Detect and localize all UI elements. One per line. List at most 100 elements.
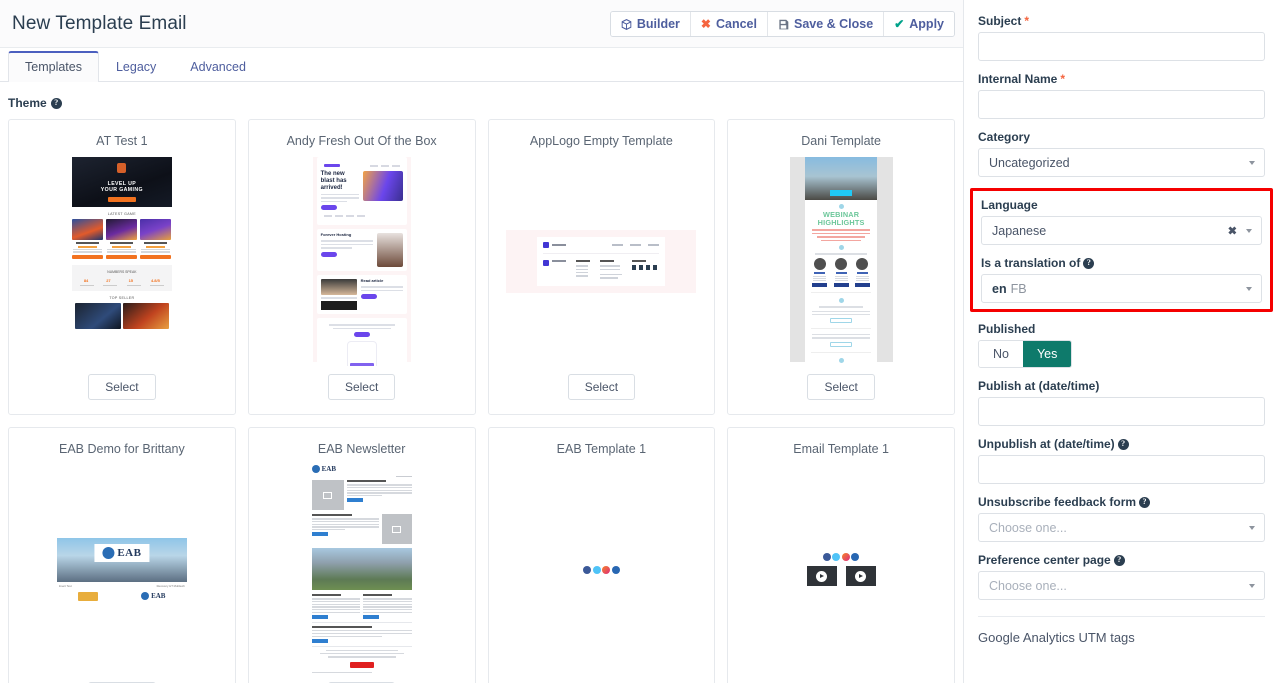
applogo-brand	[543, 242, 567, 249]
template-card[interactable]: EAB Template 1 Select	[487, 427, 716, 683]
help-icon[interactable]: ?	[1083, 257, 1095, 269]
applogo-brand	[543, 260, 567, 281]
decorative-icon	[838, 357, 844, 363]
template-card[interactable]: AT Test 1 LEVEL UP YOUR GAMING LATEST GA…	[8, 119, 236, 415]
chevron-down-icon	[1249, 160, 1255, 165]
eab-wordmark: EAB	[321, 465, 337, 473]
rating-stars	[146, 245, 166, 248]
help-icon[interactable]: ?	[1117, 438, 1129, 450]
product-text	[141, 249, 171, 251]
app-text	[332, 327, 391, 330]
linkedin-icon	[851, 553, 860, 561]
help-icon[interactable]: ?	[1139, 496, 1151, 508]
product-name	[144, 242, 168, 244]
linkedin-icon	[611, 565, 620, 574]
phone-keyboard	[349, 363, 374, 366]
template-card[interactable]: EAB Newsletter EAB	[247, 427, 476, 683]
footer-columns	[543, 254, 659, 281]
builder-label: Builder	[636, 17, 680, 31]
hero-cta	[107, 196, 136, 202]
app-root: New Template Email Builder ✖ Cancel Save…	[0, 0, 1279, 683]
decorative-icon	[838, 204, 844, 209]
product-item	[106, 219, 138, 259]
date-line	[395, 476, 412, 478]
published-no-option[interactable]: No	[979, 341, 1023, 367]
read-more-button	[346, 498, 363, 503]
article-image-placeholder	[311, 480, 344, 511]
product-item	[72, 219, 104, 259]
builder-button[interactable]: Builder	[610, 12, 691, 36]
tab-advanced[interactable]: Advanced	[173, 52, 263, 82]
profile-text	[320, 247, 352, 249]
subject-input[interactable]	[978, 32, 1265, 61]
article-image-placeholder	[381, 514, 412, 545]
translation-of-select[interactable]: en FB	[981, 274, 1262, 303]
utm-section-heading: Google Analytics UTM tags	[978, 630, 1135, 645]
times-icon: ✖	[700, 17, 711, 31]
select-button[interactable]: Select	[327, 374, 396, 400]
template-card[interactable]: Andy Fresh Out Of the Box The new blast …	[247, 119, 476, 415]
column-heading	[311, 626, 372, 629]
template-title: EAB Template 1	[556, 442, 647, 456]
primary-cta-button	[349, 661, 374, 668]
help-icon[interactable]: ?	[50, 97, 62, 109]
speaker-button	[854, 283, 870, 288]
eab-newsletter-preview: EAB	[311, 465, 412, 673]
check-icon: ✔	[894, 17, 905, 31]
article-text	[311, 514, 379, 544]
template-card[interactable]: EAB Demo for Brittany EAB Insert Text Re…	[8, 427, 236, 683]
category-select[interactable]: Uncategorized	[978, 148, 1265, 177]
select-button[interactable]: Select	[567, 374, 636, 400]
profile-portrait	[376, 233, 403, 268]
unsubscribe-form-select[interactable]: Choose one...	[978, 513, 1265, 542]
product-text	[73, 251, 103, 253]
top-seller-row	[72, 302, 172, 329]
field-unpublish-at: Unpublish at (date/time) ?	[978, 437, 1265, 484]
cancel-button[interactable]: ✖ Cancel	[690, 12, 768, 36]
profile-heading: Forever Hosting	[320, 232, 352, 238]
preference-center-label: Preference center page ?	[978, 553, 1265, 567]
content-button	[830, 341, 853, 347]
tab-legacy[interactable]: Legacy	[99, 52, 173, 82]
clear-icon[interactable]: ✖	[1228, 224, 1237, 237]
eab-demo-preview: EAB Insert Text Recovery HT Multitech EA…	[56, 537, 187, 602]
product-name	[110, 242, 134, 244]
field-published: Published No Yes	[978, 322, 1265, 368]
template-card[interactable]: Email Template 1 Select	[727, 427, 955, 683]
tab-templates[interactable]: Templates	[8, 51, 99, 82]
hero-headline: The new blast has arrived!	[320, 171, 347, 191]
facebook-icon	[583, 565, 592, 574]
field-preference-center: Preference center page ? Choose one...	[978, 553, 1265, 600]
apply-button[interactable]: ✔ Apply	[884, 12, 954, 36]
column-heading	[576, 260, 591, 263]
field-language: Language Japanese ✖	[981, 198, 1262, 245]
published-yes-option[interactable]: Yes	[1022, 341, 1072, 367]
select-button[interactable]: Select	[807, 374, 875, 400]
eab-seal-icon	[311, 465, 320, 473]
media-button	[360, 294, 377, 300]
unpublish-at-input[interactable]	[978, 455, 1265, 484]
template-thumbnail	[728, 465, 954, 674]
preference-center-select[interactable]: Choose one...	[978, 571, 1265, 600]
footer-column-links	[576, 260, 591, 281]
publish-at-input[interactable]	[978, 397, 1265, 426]
speaker-button	[833, 283, 849, 288]
eab-logo: EAB	[311, 465, 412, 473]
help-icon[interactable]: ?	[1113, 554, 1125, 566]
save-close-button[interactable]: Save & Close	[767, 12, 885, 36]
internal-name-input[interactable]	[978, 90, 1265, 119]
template-card[interactable]: AppLogo Empty Template Select	[487, 119, 716, 415]
highlight-annotation: Language Japanese ✖ Is a translation of …	[970, 188, 1273, 312]
cancel-label: Cancel	[715, 17, 757, 31]
properties-sidebar: Subject * Internal Name * Category Uncat…	[963, 0, 1279, 683]
footer-column-social	[632, 260, 658, 281]
media-row: Read article	[320, 279, 403, 311]
language-select[interactable]: Japanese ✖	[981, 216, 1262, 245]
nav-links	[369, 164, 400, 167]
save-close-label: Save & Close	[793, 17, 874, 31]
required-marker: *	[1060, 72, 1066, 86]
template-card[interactable]: Dani Template WEBINAR HIGHLIGHTS Select	[727, 119, 955, 415]
select-button[interactable]: Select	[88, 374, 156, 400]
eab-logo-small: EAB	[141, 592, 165, 600]
category-label: Category	[978, 130, 1031, 144]
